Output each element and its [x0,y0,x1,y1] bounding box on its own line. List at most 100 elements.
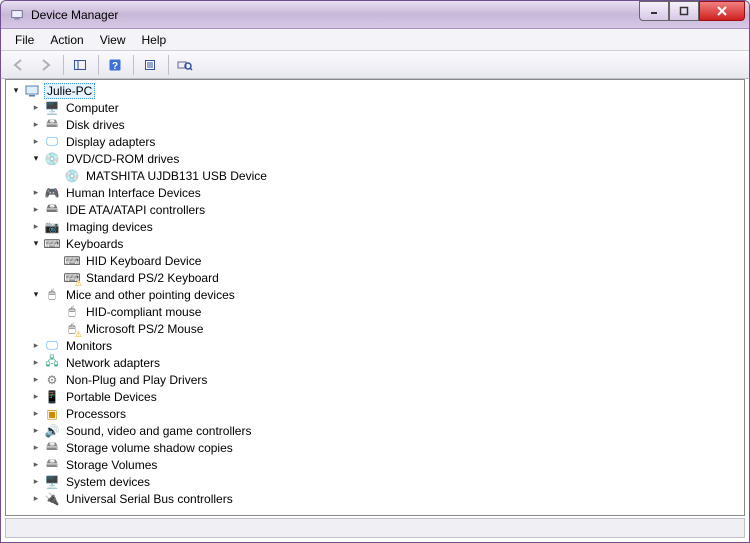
display-icon: 🖵 [44,134,60,150]
menu-view[interactable]: View [92,31,134,49]
tree-item-sound[interactable]: 🔊Sound, video and game controllers [30,422,744,439]
mouse-icon: 🖱 [44,287,60,303]
tree-item-mice[interactable]: 🖱Mice and other pointing devices [30,286,744,303]
tree-label: Human Interface Devices [64,186,203,200]
expand-icon[interactable] [30,289,42,301]
tree-label: Processors [64,407,128,421]
tree-item-nonpnp[interactable]: ⚙Non-Plug and Play Drivers [30,371,744,388]
tree-item-dvd-drives[interactable]: 💿DVD/CD-ROM drives [30,150,744,167]
tree-item-storage[interactable]: 🖴 Storage Volumes [30,456,744,473]
scan-hardware-button[interactable] [173,54,197,76]
expand-icon[interactable] [30,102,42,114]
tree-label: MATSHITA UJDB131 USB Device [84,169,269,183]
tree-label: Display adapters [64,135,157,149]
help-button[interactable]: ? [103,54,127,76]
tree-item-hid[interactable]: 🎮Human Interface Devices [30,184,744,201]
storage-icon: 🖴 [44,457,60,473]
menu-action[interactable]: Action [42,31,91,49]
menu-file[interactable]: File [7,31,42,49]
usb-icon: 🔌 [44,491,60,507]
mouse-device-warning-icon: 🖱 [64,321,80,337]
expand-icon[interactable] [30,153,42,165]
expand-icon[interactable] [30,221,42,233]
toolbar-separator [168,55,169,75]
device-tree-pane[interactable]: Julie-PC 🖥️Computer 🖴Disk drives 🖵Displa… [5,79,745,516]
computer-icon [24,83,40,99]
tree-item-mouse-ps2[interactable]: 🖱 Microsoft PS/2 Mouse [50,320,744,337]
svg-text:?: ? [112,61,118,72]
tree-item-display-adapters[interactable]: 🖵 Display adapters [30,133,744,150]
imaging-icon: 📷 [44,219,60,235]
tree-label: Keyboards [64,237,125,251]
mouse-device-icon: 🖱 [64,304,80,320]
expand-icon[interactable] [30,357,42,369]
tree-item-mouse-hid[interactable]: 🖱HID-compliant mouse [50,303,744,320]
tree-item-disk-drives[interactable]: 🖴Disk drives [30,116,744,133]
expand-icon[interactable] [30,119,42,131]
expand-icon[interactable] [30,187,42,199]
tree-item-dvd-device[interactable]: 💿 MATSHITA UJDB131 USB Device [50,167,744,184]
expand-icon[interactable] [30,476,42,488]
expand-icon[interactable] [30,425,42,437]
toolbar: ? [1,51,749,79]
tree-label: Storage Volumes [64,458,159,472]
tree-item-usb[interactable]: 🔌Universal Serial Bus controllers [30,490,744,507]
tree-label: HID Keyboard Device [84,254,203,268]
tree-item-monitors[interactable]: 🖵Monitors [30,337,744,354]
tree-item-portable[interactable]: 📱 Portable Devices [30,388,744,405]
minimize-button[interactable] [639,1,669,21]
tree-item-computer[interactable]: 🖥️Computer [30,99,744,116]
expand-icon[interactable] [30,408,42,420]
forward-button[interactable] [33,54,57,76]
portable-icon: 📱 [44,389,60,405]
network-icon: 🖧 [44,355,60,371]
cpu-icon: ▣ [44,406,60,422]
tree-label: Imaging devices [64,220,155,234]
show-hide-console-tree-button[interactable] [68,54,92,76]
system-icon: 🖥️ [44,474,60,490]
tree-item-ide[interactable]: 🖴IDE ATA/ATAPI controllers [30,201,744,218]
tree-label: Standard PS/2 Keyboard [84,271,221,285]
menubar: File Action View Help [1,29,749,51]
tree-item-network[interactable]: 🖧 Network adapters [30,354,744,371]
expand-icon[interactable] [30,340,42,352]
expand-icon[interactable] [30,442,42,454]
menu-help[interactable]: Help [134,31,175,49]
expand-icon[interactable] [30,136,42,148]
tree-item-shadow[interactable]: 🖴Storage volume shadow copies [30,439,744,456]
tree-label: System devices [64,475,152,489]
tree-label: Monitors [64,339,114,353]
ide-icon: 🖴 [44,202,60,218]
tree-root-computer[interactable]: Julie-PC [10,82,744,99]
cd-icon: 💿 [44,151,60,167]
tree-item-system[interactable]: 🖥️ System devices [30,473,744,490]
tree-label: Portable Devices [64,390,159,404]
tree-label: Computer [64,101,121,115]
keyboard-device-warning-icon: ⌨ [64,270,80,286]
expand-icon[interactable] [30,238,42,250]
expand-icon[interactable] [30,493,42,505]
window-title: Device Manager [31,8,118,22]
tree-item-kbd-ps2[interactable]: ⌨ Standard PS/2 Keyboard [50,269,744,286]
tree-label: Sound, video and game controllers [64,424,253,438]
close-button[interactable] [699,1,745,21]
app-icon [9,7,25,23]
tree-item-keyboards[interactable]: ⌨Keyboards [30,235,744,252]
expand-icon[interactable] [30,391,42,403]
tree-item-kbd-hid[interactable]: ⌨HID Keyboard Device [50,252,744,269]
expand-icon[interactable] [30,374,42,386]
properties-button[interactable] [138,54,162,76]
tree-item-imaging[interactable]: 📷 Imaging devices [30,218,744,235]
tree-label: Disk drives [64,118,127,132]
expand-icon[interactable] [30,204,42,216]
back-button[interactable] [7,54,31,76]
expand-icon[interactable] [30,459,42,471]
maximize-button[interactable] [669,1,699,21]
toolbar-separator [133,55,134,75]
cd-device-icon: 💿 [64,168,80,184]
titlebar[interactable]: Device Manager [1,1,749,29]
tree-item-processors[interactable]: ▣ Processors [30,405,744,422]
expand-icon[interactable] [10,85,22,97]
tree-label: Microsoft PS/2 Mouse [84,322,205,336]
tree-label: Network adapters [64,356,162,370]
